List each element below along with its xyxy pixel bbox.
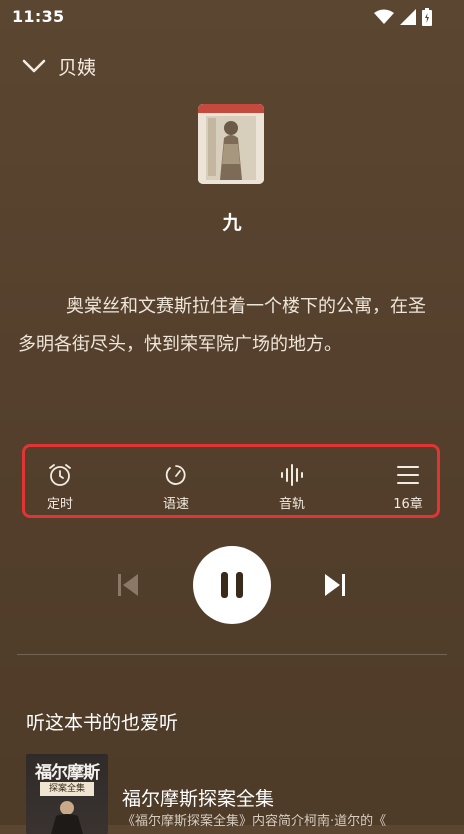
audio-track-button[interactable]: 音轨 [257, 463, 327, 512]
status-bar: 11:35 [0, 0, 464, 34]
chapter-list-icon [397, 466, 419, 484]
cover-figure-illustration [51, 801, 83, 834]
speed-button[interactable]: 语速 [141, 463, 211, 512]
chevron-down-icon[interactable] [22, 58, 46, 74]
divider [17, 654, 447, 655]
playback-controls [0, 546, 464, 624]
signal-icon [400, 9, 416, 25]
chapter-excerpt: 奥棠丝和文赛斯拉住着一个楼下的公寓，在圣多明各街尽头，快到荣军院广场的地方。 [18, 296, 426, 355]
recommendation-cover-title: 福尔摩斯 [35, 763, 100, 783]
next-button[interactable] [324, 573, 346, 601]
book-title: 贝姨 [58, 56, 97, 79]
recommendation-item[interactable]: 福尔摩斯 探案全集 福尔摩斯探案全集 《福尔摩斯探案全集》内容简介柯南·道尔的《 [26, 754, 464, 834]
timer-label: 定时 [46, 497, 73, 512]
alarm-clock-icon [49, 464, 71, 486]
recommendation-title: 福尔摩斯探案全集 [122, 788, 275, 810]
recommendation-cover-subtitle: 探案全集 [40, 782, 94, 796]
skip-next-icon [325, 574, 345, 596]
wifi-icon [374, 9, 394, 24]
skip-previous-icon [118, 574, 138, 596]
timer-button[interactable]: 定时 [25, 463, 95, 512]
previous-button[interactable] [117, 573, 139, 601]
chapters-label: 16章 [393, 497, 423, 512]
status-time: 11:35 [12, 7, 65, 26]
player-options-bar: 定时 语速 音轨 16章 [22, 444, 440, 518]
audio-waveform-icon [281, 464, 303, 486]
recommendation-description: 《福尔摩斯探案全集》内容简介柯南·道尔的《 [122, 814, 387, 829]
chapter-title: 九 [222, 212, 242, 234]
book-cover-illustration [198, 104, 264, 184]
recommendations-heading: 听这本书的也爱听 [26, 712, 179, 734]
chapters-button[interactable]: 16章 [373, 463, 443, 512]
pause-icon [221, 572, 243, 598]
audio-track-label: 音轨 [278, 497, 305, 512]
book-cover[interactable] [198, 104, 264, 184]
header: 贝姨 [22, 50, 96, 82]
status-icons [374, 8, 432, 26]
speed-gauge-icon [165, 465, 186, 485]
pause-button[interactable] [193, 546, 271, 624]
battery-icon [422, 8, 432, 26]
speed-label: 语速 [162, 497, 189, 512]
recommendation-cover: 福尔摩斯 探案全集 [26, 754, 108, 834]
